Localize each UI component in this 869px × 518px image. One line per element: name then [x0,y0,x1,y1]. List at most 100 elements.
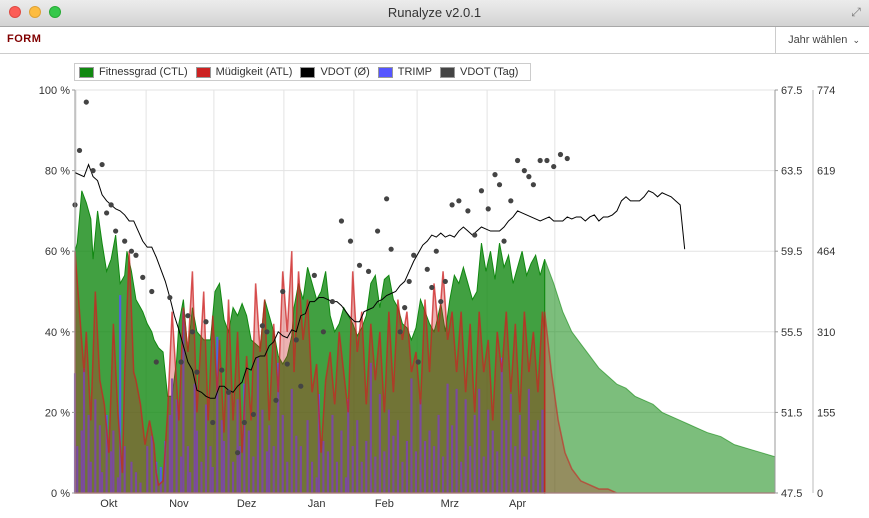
legend-label: VDOT (Ø) [320,66,370,78]
vdot-day-point [298,383,304,389]
vdot-day-point [76,147,83,154]
vdot-day-point [225,389,232,395]
legend-swatch [300,66,316,78]
vdot-day-point [485,206,491,212]
vdot-day-point [438,298,444,305]
x-tick-label: Feb [375,498,394,510]
legend-swatch [377,66,393,78]
vdot-day-point [113,228,119,234]
fullscreen-icon[interactable]: ⤢ [849,5,863,19]
vdot-day-point [320,329,326,335]
legend-item[interactable]: VDOT (Tag) [440,66,518,78]
vdot-day-point [241,419,247,426]
y-left-tick-label: 60 % [45,246,70,258]
y-right1-tick-label: 63.5 [781,166,802,178]
legend-swatch [195,66,211,78]
chart-legend: Fitnessgrad (CTL) Müdigkeit (ATL) VDOT (Ø)… [74,63,532,81]
vdot-day-point [544,157,550,164]
vdot-day-point [347,238,354,244]
vdot-day-point [557,151,564,158]
vdot-day-point [128,248,135,254]
vdot-day-point [456,198,462,204]
x-tick-label: Apr [509,498,526,510]
legend-item[interactable]: TRIMP [377,66,432,78]
vdot-day-point [259,323,266,329]
panel-toolbar: FORM Jahr wählen ⌄ [0,27,869,54]
x-tick-label: Okt [100,498,117,510]
vdot-day-point [449,202,455,208]
vdot-day-point [374,228,381,234]
form-chart: 0 % 20 % 40 % 60 % 80 % 100 % 47.5 51.5 55.5 59.5… [39,85,836,510]
legend-label: Fitnessgrad (CTL) [99,66,188,78]
vdot-day-point [564,155,570,162]
vdot-day-point [508,198,514,204]
chevron-down-icon: ⌄ [852,35,860,45]
vdot-day-point [397,329,403,335]
vdot-day-point [153,359,159,365]
window-titlebar: Runalyze v2.0.1 ⤢ [0,0,869,27]
vdot-day-point [496,182,503,188]
vdot-day-point [311,272,317,278]
y-left-tick-label: 20 % [45,407,70,419]
vdot-day-point [149,288,155,295]
vdot-day-point [104,210,110,216]
y-left-tick-label: 40 % [45,327,70,339]
vdot-day-point [178,359,184,365]
y-right1-tick-label: 59.5 [781,246,802,258]
vdot-day-point [133,252,139,258]
x-tick-label: Nov [169,498,189,510]
vdot-day-point [415,359,421,365]
window-title: Runalyze v2.0.1 [387,5,482,20]
vdot-day-point [521,168,527,174]
legend-item[interactable]: VDOT (Ø) [300,66,370,78]
year-select-label: Jahr wählen [788,34,848,46]
y-right2-tick-label: 464 [817,246,835,258]
year-select-button[interactable]: Jahr wählen ⌄ [775,27,869,53]
vdot-day-point [280,288,286,295]
y-right2-tick-label: 774 [817,85,835,97]
vdot-day-point [514,157,521,164]
vdot-day-point [273,397,279,403]
vdot-day-point [189,329,196,335]
vdot-day-point [537,157,543,164]
x-tick-label: Mrz [441,498,459,510]
vdot-day-point [338,218,345,224]
y-left-tick-label: 0 % [51,488,70,500]
vdot-day-point [411,252,417,258]
vdot-day-point [433,248,439,254]
legend-item[interactable]: Müdigkeit (ATL) [195,66,293,78]
vdot-day-point [492,172,498,178]
y-right2-tick-label: 619 [817,166,835,178]
y-right2-tick-label: 310 [817,327,835,339]
legend-item[interactable]: Fitnessgrad (CTL) [79,66,188,78]
legend-swatch [79,66,94,78]
section-label: FORM [7,33,42,45]
legend-label: Müdigkeit (ATL) [215,66,293,78]
vdot-day-point [356,262,363,268]
vdot-day-point [465,208,471,214]
vdot-day-point [329,298,336,305]
vdot-day-point [284,361,290,367]
legend-label: VDOT (Tag) [460,66,519,78]
vdot-day-point [429,284,435,291]
vdot-day-point [194,369,200,375]
vdot-day-point [551,163,557,170]
vdot-day-point [203,319,209,325]
x-tick-label: Jan [308,498,326,510]
vdot-day-point [402,305,408,311]
vdot-day-point [406,278,412,285]
vdot-day-point [388,246,394,252]
legend-label: TRIMP [397,66,432,78]
vdot-day-point [99,161,105,168]
y-left-tick-label: 100 % [39,85,70,97]
y-right2-tick-label: 155 [817,407,835,419]
y-right1-tick-label: 67.5 [781,85,802,97]
y-left-tick-label: 80 % [45,166,70,178]
x-tick-label: Dez [237,498,257,510]
legend-swatch [440,66,455,78]
vdot-day-point [526,174,532,180]
vdot-day-point [293,337,299,343]
vdot-day-point [108,202,114,208]
vdot-day-point [234,450,241,456]
vdot-day-point [140,274,146,280]
